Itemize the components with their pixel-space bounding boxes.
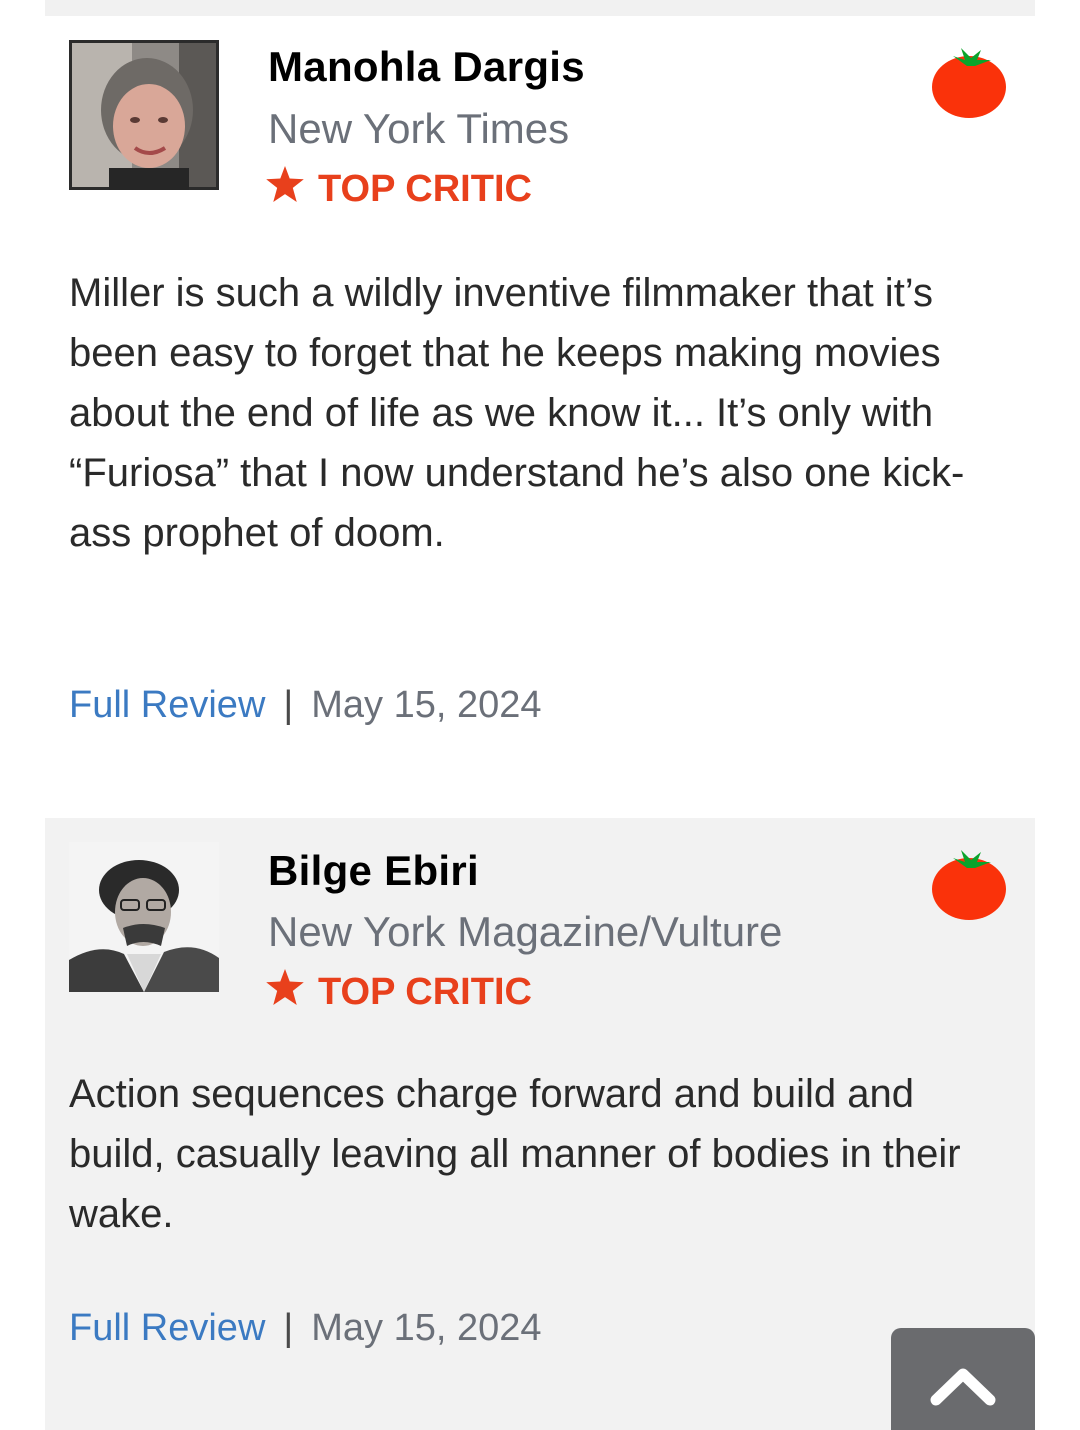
- review-meta: Full Review | May 15, 2024: [69, 684, 542, 727]
- star-icon: [266, 166, 304, 212]
- review-quote: Miller is such a wildly inventive filmma…: [69, 271, 965, 555]
- scroll-to-top-button[interactable]: [891, 1328, 1035, 1430]
- fresh-tomato-icon: [931, 40, 1011, 120]
- top-critic-badge: TOP CRITIC: [266, 969, 532, 1015]
- separator: |: [283, 1307, 294, 1349]
- top-critic-label: TOP CRITIC: [318, 970, 532, 1013]
- critic-avatar[interactable]: [69, 40, 219, 190]
- review-card: Bilge Ebiri New York Magazine/Vulture TO…: [45, 818, 1035, 1430]
- star-icon: [266, 969, 304, 1015]
- previous-card-edge: [45, 0, 1035, 16]
- critic-name[interactable]: Bilge Ebiri: [268, 847, 479, 895]
- full-review-link[interactable]: Full Review: [69, 684, 265, 727]
- top-critic-label: TOP CRITIC: [318, 167, 532, 210]
- fresh-tomato-icon: [931, 842, 1011, 922]
- chevron-up-icon: [930, 1328, 996, 1411]
- publication-name[interactable]: New York Magazine/Vulture: [268, 908, 782, 956]
- review-date: May 15, 2024: [311, 1307, 542, 1349]
- review-meta: Full Review | May 15, 2024: [69, 1307, 542, 1350]
- separator: |: [283, 684, 294, 726]
- full-review-link[interactable]: Full Review: [69, 1307, 265, 1350]
- top-critic-badge: TOP CRITIC: [266, 166, 532, 212]
- publication-name[interactable]: New York Times: [268, 105, 569, 153]
- critic-avatar[interactable]: [69, 842, 219, 992]
- review-date: May 15, 2024: [311, 684, 542, 726]
- review-quote: Action sequences charge forward and buil…: [69, 1072, 961, 1236]
- reviews-page: Manohla Dargis New York Times TOP CRITIC…: [0, 0, 1080, 1430]
- review-card: Manohla Dargis New York Times TOP CRITIC…: [45, 16, 1035, 786]
- critic-name[interactable]: Manohla Dargis: [268, 43, 585, 91]
